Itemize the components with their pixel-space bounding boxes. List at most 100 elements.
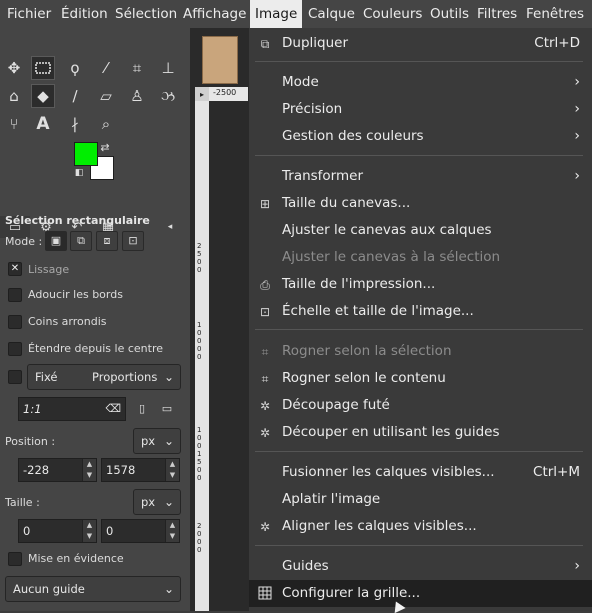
image-thumbnail[interactable] <box>202 36 238 84</box>
move-tool-icon[interactable]: ✥ <box>2 56 26 80</box>
expand-center-checkbox[interactable] <box>8 342 22 356</box>
menu-item-ajuster-canevas-calques[interactable]: Ajuster le canevas aux calques <box>249 217 592 244</box>
menu-item-aplatir-image[interactable]: Aplatir l'image <box>249 486 592 513</box>
fuzzy-select-tool-icon[interactable]: ⁄ <box>94 56 118 80</box>
rounded-corners-checkbox[interactable] <box>8 315 22 329</box>
menu-item-taille-canevas[interactable]: ⊞ Taille du canevas... <box>249 190 592 217</box>
ruler-left-digit: 0 <box>197 258 202 266</box>
menu-edition[interactable]: Édition <box>61 0 108 28</box>
feather-checkbox[interactable] <box>8 288 22 302</box>
menu-fenetres[interactable]: Fenêtres <box>526 0 584 28</box>
menu-item-label: Précision <box>282 101 343 117</box>
menu-item-aligner-calques[interactable]: ✲ Aligner les calques visibles... <box>249 513 592 540</box>
menu-item-label: Taille du canevas... <box>282 195 411 211</box>
ruler-left-digit: 1 <box>197 321 202 329</box>
size-width-spinner[interactable]: ▲ ▼ <box>82 520 96 542</box>
menubar: Fichier Édition Sélection Affichage Imag… <box>0 0 592 28</box>
menu-separator <box>255 451 583 452</box>
eraser-tool-icon[interactable]: ▱ <box>94 84 118 108</box>
position-x-input[interactable]: -228 ▲ ▼ <box>18 458 97 482</box>
menu-item-dupliquer[interactable]: ⧉ Dupliquer Ctrl+D <box>249 30 592 57</box>
menu-item-mode[interactable]: Mode › <box>249 69 592 96</box>
menu-item-ajuster-canevas-selection[interactable]: Ajuster le canevas à la sélection <box>249 244 592 271</box>
mode-add-icon[interactable]: ⧉ <box>70 231 92 251</box>
menu-selection[interactable]: Sélection <box>115 0 177 28</box>
menu-filtres[interactable]: Filtres <box>477 0 517 28</box>
mode-subtract-icon[interactable]: ⧈ <box>96 231 118 251</box>
size-height-input[interactable]: 0 ▲ ▼ <box>101 519 180 543</box>
menu-item-echelle-taille[interactable]: ⊡ Échelle et taille de l'image... <box>249 298 592 325</box>
size-height-spinner[interactable]: ▲ ▼ <box>165 520 179 542</box>
mode-replace-icon[interactable]: ▣ <box>45 231 67 251</box>
feather-label: Adoucir les bords <box>28 288 123 301</box>
menu-fichier[interactable]: Fichier <box>7 0 51 28</box>
menu-item-label: Échelle et taille de l'image... <box>282 303 474 319</box>
menu-item-rogner-selection[interactable]: ⌗ Rogner selon la sélection <box>249 338 592 365</box>
position-x-value: -228 <box>23 463 50 477</box>
tab-menu-icon[interactable]: ◂ <box>160 216 180 238</box>
size-label: Taille : <box>5 496 40 509</box>
menu-item-taille-impression[interactable]: ⎙ Taille de l'impression... <box>249 271 592 298</box>
size-width-input[interactable]: 0 ▲ ▼ <box>18 519 97 543</box>
zoom-tool-icon[interactable]: ⌕ <box>94 112 118 136</box>
bucket-fill-tool-icon[interactable]: ◆ <box>31 84 55 108</box>
rect-select-tool-icon[interactable] <box>31 56 55 80</box>
portrait-icon[interactable]: ▯ <box>134 398 150 418</box>
menu-item-decouper-guides[interactable]: ✲ Découper en utilisant les guides <box>249 419 592 446</box>
menu-calque[interactable]: Calque <box>308 0 355 28</box>
lasso-tool-icon[interactable]: ϙ <box>63 56 87 80</box>
crop-tool-icon[interactable]: ⌗ <box>125 56 149 80</box>
warp-tool-icon[interactable]: ⌂ <box>2 84 26 108</box>
ruler-left-digit: 0 <box>197 337 202 345</box>
menu-item-label: Guides <box>282 558 329 574</box>
menu-item-precision[interactable]: Précision › <box>249 96 592 123</box>
menu-item-decoupage-fute[interactable]: ✲ Découpage futé <box>249 392 592 419</box>
chevron-down-icon: ⌄ <box>163 582 174 596</box>
swap-colors-icon[interactable]: ⇄ <box>98 140 112 154</box>
position-y-input[interactable]: 1578 ▲ ▼ <box>101 458 180 482</box>
text-tool-icon[interactable]: A <box>31 112 55 136</box>
size-unit-select[interactable]: px ⌄ <box>133 489 181 515</box>
menu-item-transformer[interactable]: Transformer › <box>249 163 592 190</box>
fixed-checkbox[interactable] <box>8 370 22 384</box>
menu-affichage[interactable]: Affichage <box>183 0 246 28</box>
foreground-color-swatch[interactable] <box>74 142 98 166</box>
paintbrush-tool-icon[interactable]: ∕ <box>63 84 87 108</box>
highlight-label: Mise en évidence <box>28 552 124 565</box>
default-colors-icon[interactable]: ◧ <box>72 166 86 180</box>
guide-select[interactable]: Aucun guide ⌄ <box>5 576 181 602</box>
clone-tool-icon[interactable]: ♙ <box>125 84 149 108</box>
position-unit-select[interactable]: px ⌄ <box>133 428 181 454</box>
menu-item-label: Rogner selon la sélection <box>282 343 452 359</box>
menu-item-rogner-contenu[interactable]: ⌗ Rogner selon le contenu <box>249 365 592 392</box>
position-x-spinner[interactable]: ▲ ▼ <box>82 459 96 481</box>
ruler-left-digit: 0 <box>197 546 202 554</box>
ruler-menu-icon[interactable]: ▸ <box>195 87 209 101</box>
antialias-label: Lissage <box>28 263 70 276</box>
smudge-tool-icon[interactable]: ઝ <box>156 84 180 108</box>
ruler-left-digit: 0 <box>197 434 202 442</box>
clear-field-icon[interactable]: ⌫ <box>105 398 121 420</box>
fixed-mode-select[interactable]: Fixé Proportions ⌄ <box>27 364 181 390</box>
menu-image[interactable]: Image <box>250 0 303 28</box>
menu-couleurs[interactable]: Couleurs <box>363 0 422 28</box>
transform-tool-icon[interactable]: ⊥ <box>156 56 180 80</box>
ruler-left-digit: 0 <box>197 266 202 274</box>
chevron-right-icon: › <box>574 128 580 144</box>
landscape-icon[interactable]: ▭ <box>158 398 176 418</box>
menu-item-gestion-couleurs[interactable]: Gestion des couleurs › <box>249 123 592 150</box>
menu-item-label: Gestion des couleurs <box>282 128 424 144</box>
menu-outils[interactable]: Outils <box>430 0 469 28</box>
chevron-right-icon: › <box>574 558 580 574</box>
mode-intersect-icon[interactable]: ⊡ <box>122 231 144 251</box>
paths-tool-icon[interactable]: ⑂ <box>2 112 26 136</box>
menu-item-label: Rogner selon le contenu <box>282 370 446 386</box>
menu-item-fusionner-calques[interactable]: Fusionner les calques visibles... Ctrl+M <box>249 459 592 486</box>
ratio-input[interactable]: 1:1 ⌫ <box>18 397 126 421</box>
highlight-checkbox[interactable] <box>8 552 22 566</box>
color-picker-tool-icon[interactable]: ∤ <box>63 112 87 136</box>
menu-item-guides[interactable]: Guides › <box>249 553 592 580</box>
menu-item-configurer-grille[interactable]: Configurer la grille... <box>249 580 592 607</box>
position-y-spinner[interactable]: ▲ ▼ <box>165 459 179 481</box>
antialias-checkbox[interactable]: ✕ <box>8 262 22 276</box>
